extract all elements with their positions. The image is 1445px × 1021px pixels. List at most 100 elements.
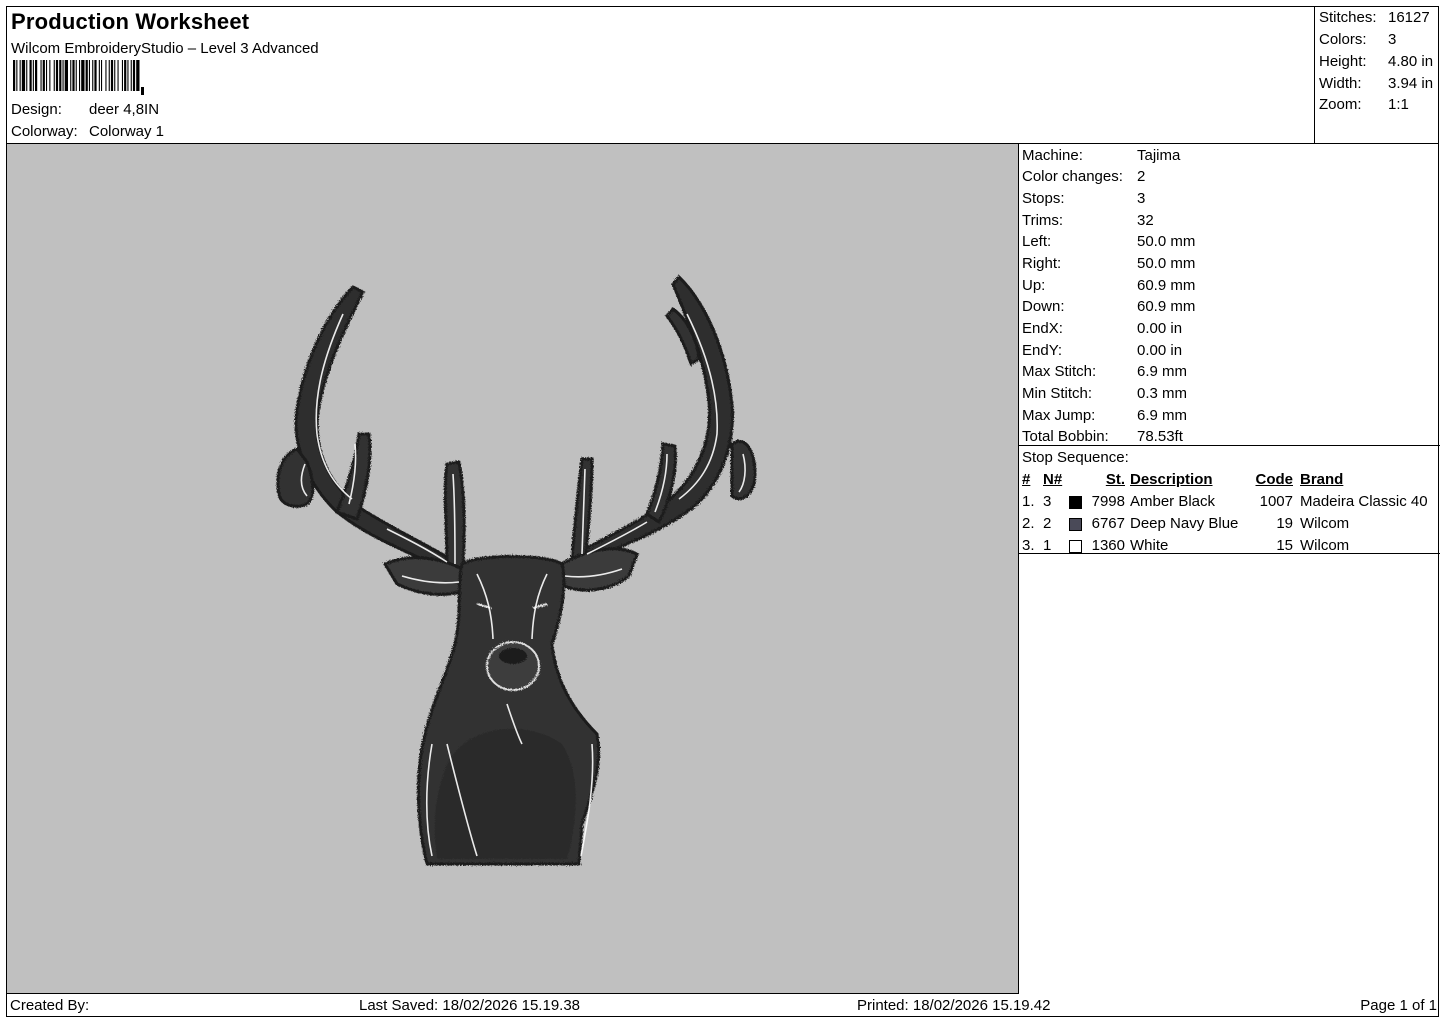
header-code: Code bbox=[1255, 471, 1294, 488]
info-label: EndX: bbox=[1022, 320, 1063, 337]
row-code: 15 bbox=[1276, 537, 1293, 554]
info-value: 6.9 mm bbox=[1137, 363, 1188, 380]
stat-label: Width: bbox=[1319, 75, 1362, 92]
info-endx: EndX: 0.00 in bbox=[1022, 320, 1182, 337]
stop-sequence-header: # N# St. Description Code Brand bbox=[1019, 471, 1440, 492]
table-row: 1. 3 7998 Amber Black 1007 Madeira Class… bbox=[1019, 493, 1440, 514]
info-label: EndY: bbox=[1022, 342, 1063, 359]
info-left: Left: 50.0 mm bbox=[1022, 233, 1195, 250]
info-endy: EndY: 0.00 in bbox=[1022, 342, 1182, 359]
info-label: Color changes: bbox=[1022, 168, 1123, 185]
header-needle: N# bbox=[1043, 471, 1063, 488]
info-value: 0.00 in bbox=[1137, 342, 1183, 359]
worksheet-footer: Created By: Last Saved: 18/02/2026 15.19… bbox=[7, 994, 1440, 1016]
stat-height: Height: 4.80 in bbox=[1319, 53, 1433, 70]
row-brand: Madeira Classic 40 bbox=[1300, 493, 1428, 510]
stat-colors: Colors: 3 bbox=[1319, 31, 1396, 48]
info-max-stitch: Max Stitch: 6.9 mm bbox=[1022, 363, 1187, 380]
info-value: 3 bbox=[1137, 190, 1146, 207]
page-number: Page 1 of 1 bbox=[1360, 997, 1437, 1014]
software-name: Wilcom EmbroideryStudio – Level 3 Advanc… bbox=[11, 40, 319, 57]
row-description: Deep Navy Blue bbox=[1130, 515, 1239, 532]
machine-info: Machine: Tajima Color changes: 2 Stops: 3 T… bbox=[1019, 144, 1440, 446]
info-up: Up: 60.9 mm bbox=[1022, 277, 1195, 294]
design-label: Design: bbox=[11, 101, 62, 118]
info-stops: Stops: 3 bbox=[1022, 190, 1145, 207]
color-swatch bbox=[1069, 540, 1082, 553]
production-worksheet: Production Worksheet Wilcom EmbroiderySt… bbox=[6, 6, 1440, 1017]
info-label: Total Bobbin: bbox=[1022, 428, 1109, 445]
header-brand: Brand bbox=[1300, 471, 1344, 488]
colorway-value: Colorway 1 bbox=[89, 123, 165, 140]
color-swatch bbox=[1069, 496, 1082, 509]
info-value: 50.0 mm bbox=[1137, 255, 1196, 272]
page-title: Production Worksheet bbox=[11, 9, 250, 34]
info-total-bobbin: Total Bobbin: 78.53ft bbox=[1022, 428, 1183, 445]
info-value: 0.00 in bbox=[1137, 320, 1183, 337]
info-label: Up: bbox=[1022, 277, 1046, 294]
table-row: 3. 1 1360 White 15 Wilcom bbox=[1019, 537, 1440, 558]
color-swatch bbox=[1069, 518, 1082, 531]
info-value: 32 bbox=[1137, 212, 1154, 229]
info-label: Down: bbox=[1022, 298, 1065, 315]
row-code: 1007 bbox=[1259, 493, 1293, 510]
header-index: # bbox=[1022, 471, 1031, 488]
stat-label: Colors: bbox=[1319, 31, 1367, 48]
printed-date: Printed: 18/02/2026 15.19.42 bbox=[857, 997, 1051, 1014]
info-value: 2 bbox=[1137, 168, 1146, 185]
info-label: Min Stitch: bbox=[1022, 385, 1093, 402]
info-color-changes: Color changes: 2 bbox=[1022, 168, 1145, 185]
row-index: 3. bbox=[1022, 537, 1035, 554]
row-needle: 3 bbox=[1043, 493, 1052, 510]
row-needle: 1 bbox=[1043, 537, 1052, 554]
info-right: Right: 50.0 mm bbox=[1022, 255, 1195, 272]
stat-value: 4.80 in bbox=[1388, 53, 1434, 70]
info-value: 60.9 mm bbox=[1137, 277, 1196, 294]
info-value: Tajima bbox=[1137, 147, 1181, 164]
info-label: Machine: bbox=[1022, 147, 1083, 164]
info-value: 6.9 mm bbox=[1137, 407, 1188, 424]
stat-width: Width: 3.94 in bbox=[1319, 75, 1433, 92]
header-stitches: St. bbox=[1105, 471, 1125, 488]
design-value: deer 4,8IN bbox=[89, 101, 160, 118]
design-row: Design: deer 4,8IN bbox=[11, 101, 159, 118]
stat-label: Stitches: bbox=[1319, 9, 1377, 26]
info-value: 0.3 mm bbox=[1137, 385, 1188, 402]
design-preview bbox=[7, 144, 1019, 994]
worksheet-header: Production Worksheet Wilcom EmbroiderySt… bbox=[7, 7, 1314, 144]
info-value: 60.9 mm bbox=[1137, 298, 1196, 315]
row-brand: Wilcom bbox=[1300, 515, 1350, 532]
row-brand: Wilcom bbox=[1300, 537, 1350, 554]
row-index: 2. bbox=[1022, 515, 1035, 532]
stat-value: 1:1 bbox=[1388, 96, 1409, 113]
info-value: 50.0 mm bbox=[1137, 233, 1196, 250]
info-machine: Machine: Tajima bbox=[1022, 147, 1180, 164]
info-label: Max Jump: bbox=[1022, 407, 1096, 424]
stat-stitches: Stitches: 16127 bbox=[1319, 9, 1430, 26]
stat-value: 16127 bbox=[1388, 9, 1430, 26]
info-label: Stops: bbox=[1022, 190, 1065, 207]
row-description: White bbox=[1130, 537, 1169, 554]
row-stitches: 7998 bbox=[1091, 493, 1125, 510]
stat-value: 3 bbox=[1388, 31, 1397, 48]
stat-label: Zoom: bbox=[1319, 96, 1362, 113]
info-trims: Trims: 32 bbox=[1022, 212, 1154, 229]
info-value: 78.53ft bbox=[1137, 428, 1183, 445]
row-stitches: 6767 bbox=[1091, 515, 1125, 532]
stat-zoom: Zoom: 1:1 bbox=[1319, 96, 1409, 113]
info-min-stitch: Min Stitch: 0.3 mm bbox=[1022, 385, 1187, 402]
colorway-label: Colorway: bbox=[11, 123, 78, 140]
row-needle: 2 bbox=[1043, 515, 1052, 532]
barcode bbox=[13, 60, 144, 95]
info-label: Max Stitch: bbox=[1022, 363, 1097, 380]
row-stitches: 1360 bbox=[1091, 537, 1125, 554]
info-max-jump: Max Jump: 6.9 mm bbox=[1022, 407, 1187, 424]
table-row: 2. 2 6767 Deep Navy Blue 19 Wilcom bbox=[1019, 515, 1440, 536]
stat-label: Height: bbox=[1319, 53, 1367, 70]
deer-head-embroidery-image bbox=[276, 274, 757, 866]
info-label: Trims: bbox=[1022, 212, 1064, 229]
created-by: Created By: bbox=[10, 997, 90, 1014]
stop-sequence: Stop Sequence: # N# St. Description Code… bbox=[1019, 446, 1440, 554]
row-code: 19 bbox=[1276, 515, 1293, 532]
last-saved: Last Saved: 18/02/2026 15.19.38 bbox=[359, 997, 581, 1014]
